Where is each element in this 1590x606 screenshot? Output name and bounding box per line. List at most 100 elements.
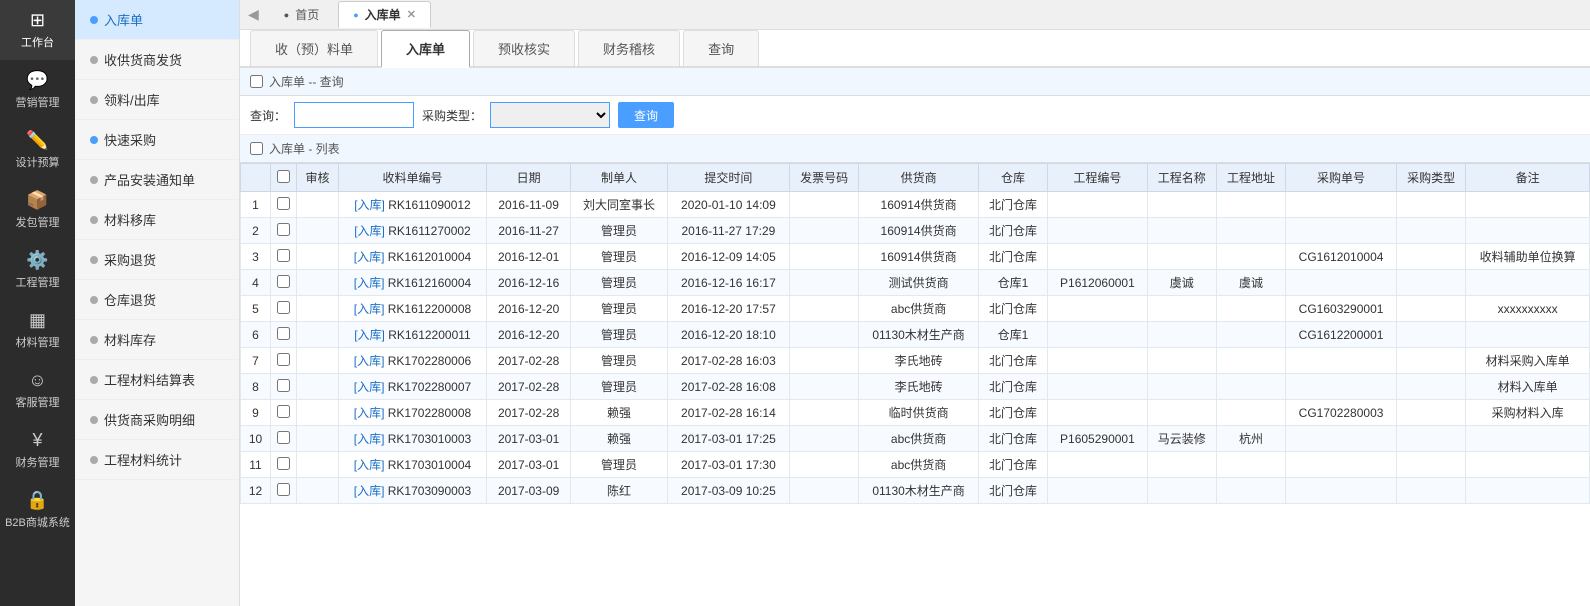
nav-item-purchase-return[interactable]: 采购退货 xyxy=(75,240,239,280)
row-checkbox[interactable] xyxy=(277,457,290,470)
purchase-type-select[interactable] xyxy=(490,102,610,128)
cell-check[interactable] xyxy=(271,244,297,270)
work-icon: ⊞ xyxy=(30,10,45,31)
sidebar-item-project[interactable]: ⚙️ 工程管理 xyxy=(0,240,75,300)
cell-action[interactable]: [入库] RK1703090003 xyxy=(338,478,486,504)
tab-finance-audit-label: 财务稽核 xyxy=(603,42,655,57)
tab-pre-audit[interactable]: 预收核实 xyxy=(473,30,575,66)
cell-check[interactable] xyxy=(271,218,297,244)
cell-action[interactable]: [入库] RK1611270002 xyxy=(338,218,486,244)
nav-item-project-material-flow[interactable]: 工程材料统计 xyxy=(75,440,239,480)
list-section-checkbox[interactable] xyxy=(250,142,263,155)
row-checkbox[interactable] xyxy=(277,483,290,496)
query-section-checkbox[interactable] xyxy=(250,75,263,88)
row-checkbox[interactable] xyxy=(277,405,290,418)
tab-warehouse-in[interactable]: 入库单 xyxy=(381,30,470,68)
sidebar-item-finance[interactable]: ¥ 财务管理 xyxy=(0,420,75,480)
cell-action[interactable]: [入库] RK1612200011 xyxy=(338,322,486,348)
cell-check[interactable] xyxy=(271,270,297,296)
cell-action[interactable]: [入库] RK1612010004 xyxy=(338,244,486,270)
row-checkbox[interactable] xyxy=(277,431,290,444)
nav-item-supplier-delivery[interactable]: 收供货商发货 xyxy=(75,40,239,80)
tab-receive[interactable]: 收（预）料单 xyxy=(250,30,378,66)
cell-check[interactable] xyxy=(271,478,297,504)
cell-check[interactable] xyxy=(271,374,297,400)
tab-receive-label: 收（预）料单 xyxy=(275,42,353,57)
warehouse-in-link[interactable]: [入库] xyxy=(354,458,385,472)
sidebar-item-material[interactable]: ▦ 材料管理 xyxy=(0,300,75,360)
row-checkbox[interactable] xyxy=(277,353,290,366)
sidebar-item-marketing[interactable]: 💬 营销管理 xyxy=(0,60,75,120)
warehouse-in-link[interactable]: [入库] xyxy=(354,406,385,420)
cell-action[interactable]: [入库] RK1612200008 xyxy=(338,296,486,322)
cell-submit-time: 2016-12-09 14:05 xyxy=(667,244,789,270)
cell-action[interactable]: [入库] RK1702280007 xyxy=(338,374,486,400)
warehouse-in-link[interactable]: [入库] xyxy=(354,276,385,290)
cell-project-code xyxy=(1048,296,1148,322)
cell-project-addr xyxy=(1216,478,1285,504)
cell-project-code xyxy=(1048,218,1148,244)
warehouse-in-link[interactable]: [入库] xyxy=(354,354,385,368)
cell-check[interactable] xyxy=(271,322,297,348)
nav-item-quick-purchase[interactable]: 快速采购 xyxy=(75,120,239,160)
cell-check[interactable] xyxy=(271,192,297,218)
sidebar-item-b2b[interactable]: 🔒 B2B商城系统 xyxy=(0,480,75,540)
nav-item-install-notice[interactable]: 产品安装通知单 xyxy=(75,160,239,200)
row-checkbox[interactable] xyxy=(277,379,290,392)
nav-item-material-stock[interactable]: 材料库存 xyxy=(75,320,239,360)
top-tab-warehouse-in[interactable]: ● 入库单 ✕ xyxy=(338,1,431,28)
cell-action[interactable]: [入库] RK1702280008 xyxy=(338,400,486,426)
warehouse-in-link[interactable]: [入库] xyxy=(354,380,385,394)
cell-check[interactable] xyxy=(271,400,297,426)
cell-check[interactable] xyxy=(271,296,297,322)
nav-dot-warehouse-in xyxy=(90,16,98,24)
row-checkbox[interactable] xyxy=(277,275,290,288)
row-checkbox[interactable] xyxy=(277,197,290,210)
warehouse-in-link[interactable]: [入库] xyxy=(354,328,385,342)
cell-invoice-no xyxy=(790,218,859,244)
query-input[interactable] xyxy=(294,102,414,128)
cell-action[interactable]: [入库] RK1703010003 xyxy=(338,426,486,452)
warehouse-in-link[interactable]: [入库] xyxy=(354,432,385,446)
warehouse-in-link[interactable]: [入库] xyxy=(354,224,385,238)
cell-check[interactable] xyxy=(271,348,297,374)
row-checkbox[interactable] xyxy=(277,327,290,340)
nav-item-project-material-settle[interactable]: 工程材料结算表 xyxy=(75,360,239,400)
nav-item-material-transfer[interactable]: 材料移库 xyxy=(75,200,239,240)
sidebar-item-design[interactable]: ✏️ 设计预算 xyxy=(0,120,75,180)
nav-item-warehouse-return[interactable]: 仓库退货 xyxy=(75,280,239,320)
nav-item-supplier-purchase-detail[interactable]: 供货商采购明细 xyxy=(75,400,239,440)
cell-action[interactable]: [入库] RK1612160004 xyxy=(338,270,486,296)
cell-check[interactable] xyxy=(271,426,297,452)
query-section-header: 入库单 -- 查询 xyxy=(240,68,1590,96)
cell-action[interactable]: [入库] RK1703010004 xyxy=(338,452,486,478)
select-all-checkbox[interactable] xyxy=(277,170,290,183)
cell-project-name xyxy=(1147,192,1216,218)
row-checkbox[interactable] xyxy=(277,301,290,314)
warehouse-in-link[interactable]: [入库] xyxy=(354,198,385,212)
cell-purchase-no: CG1612010004 xyxy=(1286,244,1397,270)
sidebar-item-service[interactable]: ☺ 客服管理 xyxy=(0,360,75,420)
cell-maker: 赖强 xyxy=(571,400,667,426)
close-tab-button[interactable]: ✕ xyxy=(407,8,416,21)
cell-action[interactable]: [入库] RK1702280006 xyxy=(338,348,486,374)
col-order-no: 收料单编号 xyxy=(338,164,486,192)
top-tab-home[interactable]: ● 首页 xyxy=(269,1,334,28)
row-checkbox[interactable] xyxy=(277,223,290,236)
tab-query[interactable]: 查询 xyxy=(683,30,759,66)
sidebar-collapse-button[interactable]: ◀ xyxy=(248,6,259,23)
sidebar-item-outsource[interactable]: 📦 发包管理 xyxy=(0,180,75,240)
warehouse-in-link[interactable]: [入库] xyxy=(354,484,385,498)
row-checkbox[interactable] xyxy=(277,249,290,262)
cell-action[interactable]: [入库] RK1611090012 xyxy=(338,192,486,218)
cell-remark xyxy=(1466,322,1590,348)
cell-check[interactable] xyxy=(271,452,297,478)
query-button[interactable]: 查询 xyxy=(618,102,674,128)
warehouse-in-link[interactable]: [入库] xyxy=(354,250,385,264)
tab-finance-audit[interactable]: 财务稽核 xyxy=(578,30,680,66)
cell-remark: 材料采购入库单 xyxy=(1466,348,1590,374)
nav-item-pickup-out[interactable]: 领料/出库 xyxy=(75,80,239,120)
sidebar-item-work[interactable]: ⊞ 工作台 xyxy=(0,0,75,60)
warehouse-in-link[interactable]: [入库] xyxy=(354,302,385,316)
nav-item-warehouse-in[interactable]: 入库单 xyxy=(75,0,239,40)
